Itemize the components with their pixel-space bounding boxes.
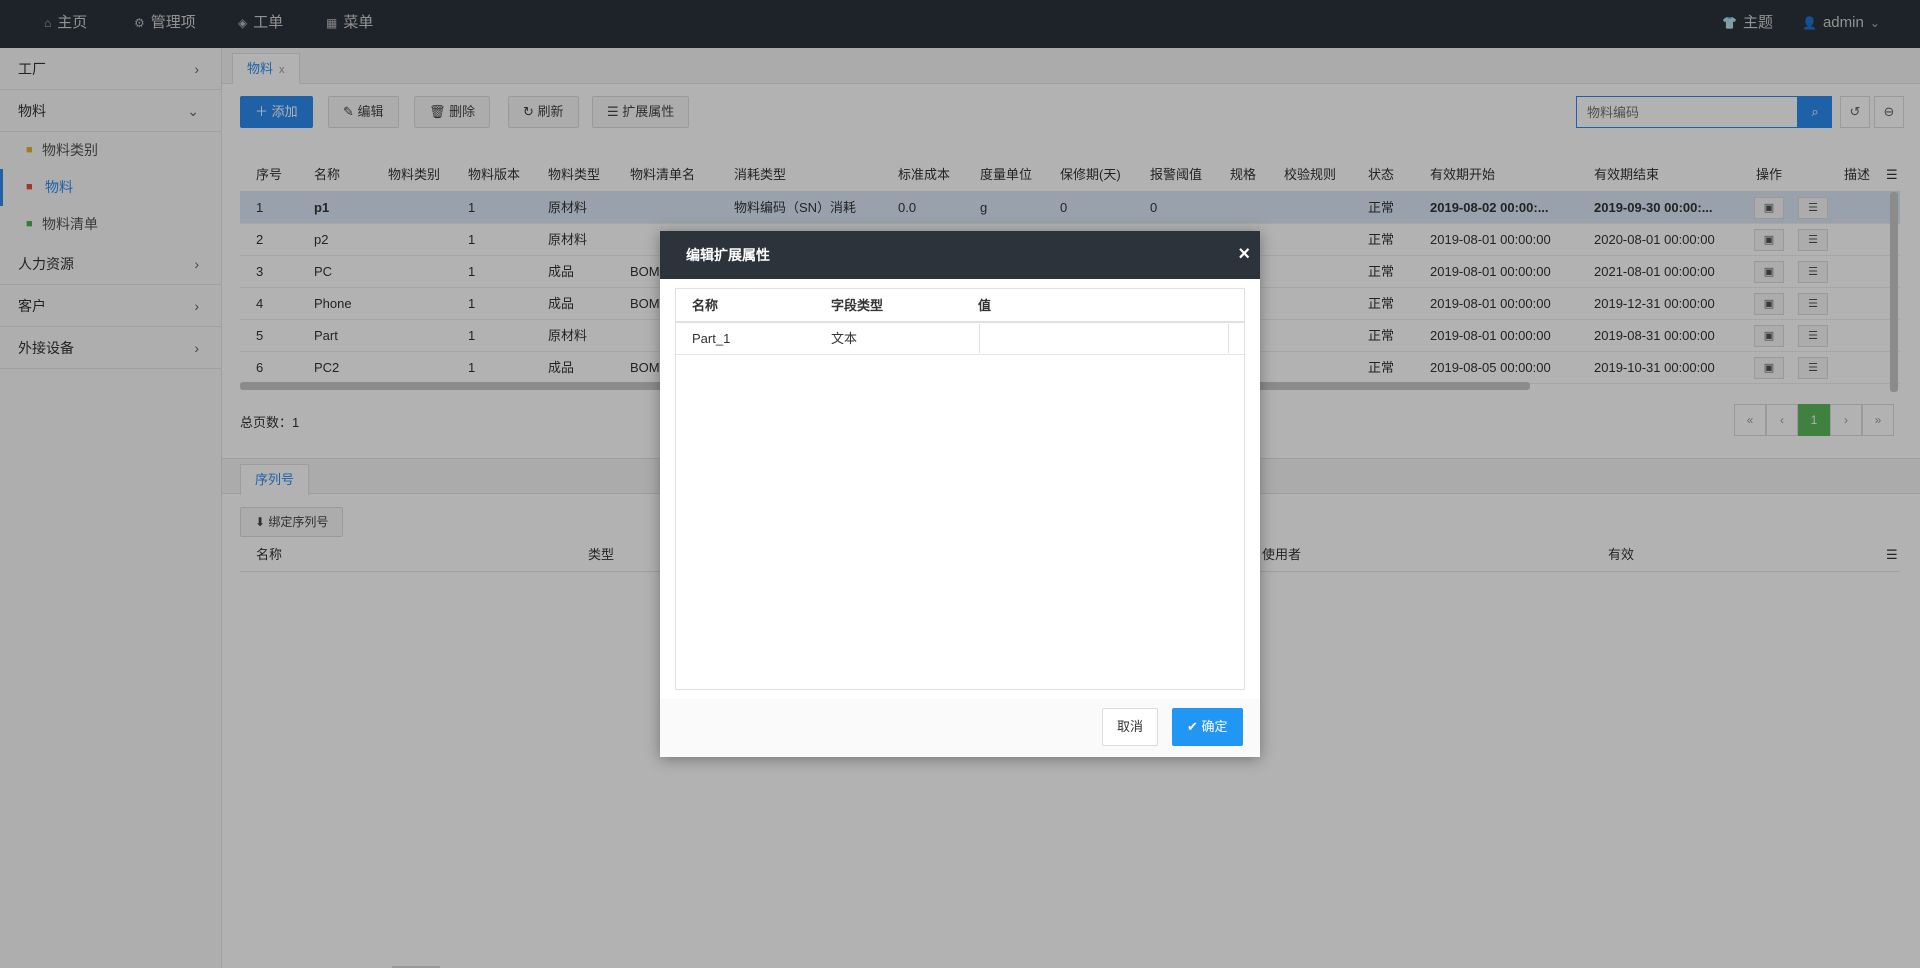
modal-title: 编辑扩展属性 (686, 247, 770, 263)
ext-attr-table: 名称 字段类型 值 Part_1 文本 (675, 288, 1245, 690)
ext-attr-row: Part_1 文本 (676, 323, 1244, 355)
close-icon[interactable]: × (1238, 231, 1250, 277)
ext-attr-table-header: 名称 字段类型 值 (676, 289, 1244, 323)
edit-ext-attr-modal: 编辑扩展属性 × 名称 字段类型 值 Part_1 文本 取消 ✔ 确定 (660, 231, 1260, 757)
confirm-button[interactable]: ✔ 确定 (1172, 708, 1243, 746)
value-input[interactable] (979, 324, 1229, 353)
check-icon: ✔ (1187, 719, 1202, 734)
modal-header: 编辑扩展属性 × (660, 231, 1260, 279)
modal-footer: 取消 ✔ 确定 (660, 699, 1260, 757)
cancel-button[interactable]: 取消 (1102, 708, 1159, 746)
